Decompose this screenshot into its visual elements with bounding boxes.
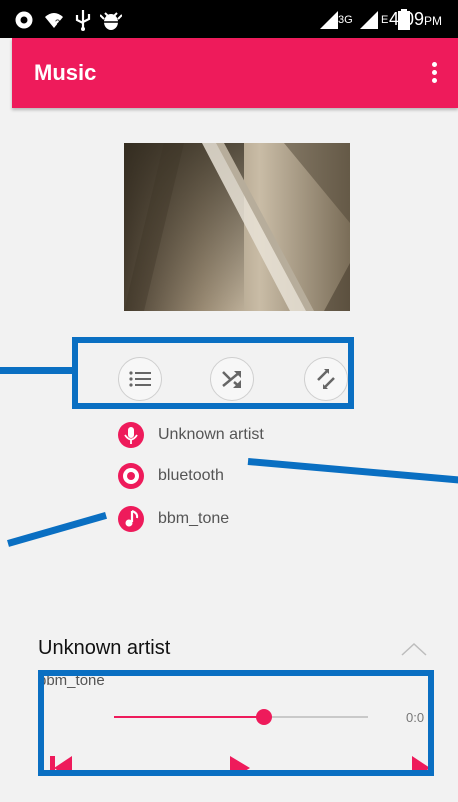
clock: 4:09PM	[389, 9, 442, 30]
album-label: bluetooth	[158, 467, 224, 484]
status-bar: ? 3G E 4:09PM	[0, 0, 458, 38]
artist-label: Unknown artist	[158, 426, 264, 443]
now-playing-title: bbm_tone	[38, 672, 105, 689]
shuffle-icon	[222, 371, 241, 388]
network-e-label: E	[381, 14, 389, 26]
shuffle-button[interactable]	[210, 357, 254, 401]
seek-bar-thumb[interactable]	[255, 709, 272, 725]
clock-time: 4:09	[388, 9, 424, 29]
network-3g-label: 3G	[338, 14, 353, 26]
record-icon	[15, 11, 33, 29]
clock-ampm: PM	[424, 14, 442, 28]
playlist-icon	[129, 371, 151, 387]
annotation-line-bottom-left	[7, 512, 108, 547]
microphone-icon	[118, 422, 144, 448]
artist-row: Unknown artist	[118, 422, 264, 448]
svg-text:?: ?	[55, 18, 60, 28]
wifi-icon: ?	[45, 13, 63, 28]
now-playing-artist: Unknown artist	[38, 637, 171, 659]
seek-bar[interactable]	[114, 709, 368, 725]
player-panel: bbm_tone 0:0	[38, 670, 434, 776]
song-row: bbm_tone	[118, 506, 229, 532]
app-bar: Music	[12, 38, 458, 108]
signal-e-icon	[360, 11, 378, 29]
seek-bar-progress	[114, 716, 264, 718]
album-art	[124, 143, 350, 311]
repeat-button[interactable]	[304, 357, 348, 401]
music-note-icon	[118, 506, 144, 532]
android-debug-icon	[100, 12, 122, 30]
album-icon	[118, 463, 144, 489]
duration-label: 0:0	[406, 710, 425, 725]
play-icon[interactable]	[228, 756, 250, 776]
chevron-up-icon[interactable]	[400, 642, 428, 656]
skip-next-icon[interactable]	[412, 756, 434, 776]
album-row: bluetooth	[118, 463, 224, 489]
signal-3g-icon	[320, 11, 338, 29]
skip-previous-icon[interactable]	[50, 756, 72, 776]
song-label: bbm_tone	[158, 510, 230, 527]
app-title: Music	[34, 60, 97, 85]
repeat-icon	[317, 369, 335, 389]
annotation-line-right	[247, 458, 458, 484]
annotation-line-left	[0, 367, 72, 374]
controls-row	[72, 337, 354, 409]
playlist-button[interactable]	[118, 357, 162, 401]
more-vert-icon[interactable]	[432, 62, 438, 84]
usb-icon	[75, 10, 91, 31]
